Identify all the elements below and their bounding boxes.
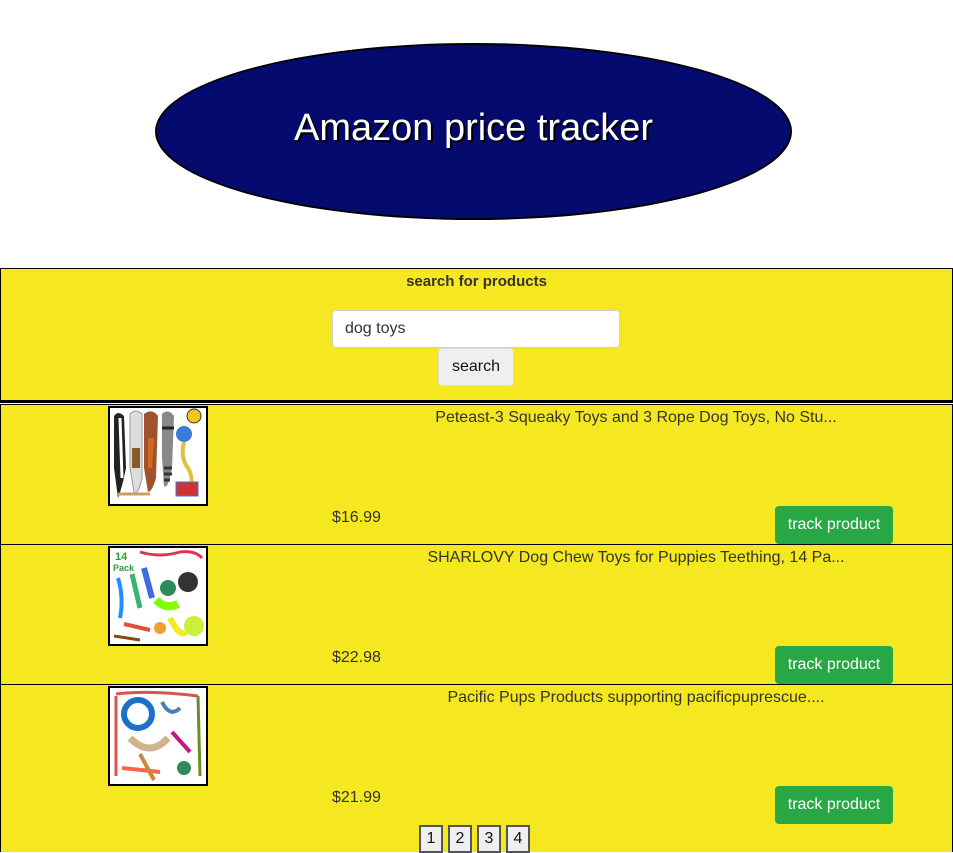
product-image[interactable] xyxy=(108,406,208,506)
page-button-2[interactable]: 2 xyxy=(448,825,472,853)
product-title[interactable]: Pacific Pups Products supporting pacific… xyxy=(331,689,941,707)
track-product-button[interactable]: track product xyxy=(775,506,893,544)
header-banner: Amazon price tracker xyxy=(155,43,792,220)
track-product-button[interactable]: track product xyxy=(775,786,893,824)
product-title[interactable]: SHARLOVY Dog Chew Toys for Puppies Teeth… xyxy=(331,549,941,567)
svg-text:Pack: Pack xyxy=(113,563,135,573)
page-button-1[interactable]: 1 xyxy=(419,825,443,853)
plush-toys-image xyxy=(110,408,206,504)
page-title: Amazon price tracker xyxy=(293,107,653,149)
product-card: Peteast-3 Squeaky Toys and 3 Rope Dog To… xyxy=(0,404,953,544)
pagination: 1 2 3 4 xyxy=(419,825,530,853)
product-title[interactable]: Peteast-3 Squeaky Toys and 3 Rope Dog To… xyxy=(331,409,941,427)
chew-toys-image: 14 Pack xyxy=(110,548,206,644)
product-price: $16.99 xyxy=(332,509,381,526)
search-input[interactable] xyxy=(332,310,620,348)
track-product-button[interactable]: track product xyxy=(775,646,893,684)
product-image[interactable] xyxy=(108,686,208,786)
product-card: 14 Pack SHARLOVY Dog Chew Toys for Puppi… xyxy=(0,544,953,684)
product-price: $22.98 xyxy=(332,649,381,666)
search-section-title: search for products xyxy=(406,273,547,290)
product-image[interactable]: 14 Pack xyxy=(108,546,208,646)
search-panel: search for products search xyxy=(0,268,953,403)
page-button-4[interactable]: 4 xyxy=(506,825,530,853)
product-price: $21.99 xyxy=(332,789,381,806)
page-button-3[interactable]: 3 xyxy=(477,825,501,853)
rope-toys-image xyxy=(110,688,206,784)
search-button[interactable]: search xyxy=(438,348,514,386)
svg-text:14: 14 xyxy=(115,551,128,563)
